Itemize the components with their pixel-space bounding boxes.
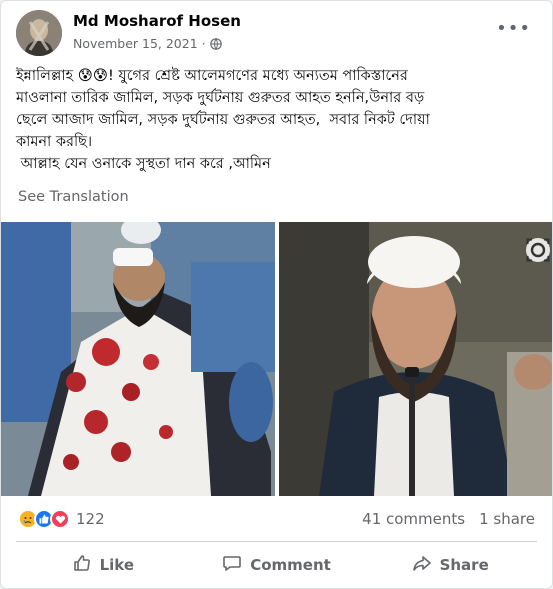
- post-text: ইন্নালিল্লাহ 😰😰! যুগের শ্রেষ্ট আলেমগণের …: [16, 65, 536, 175]
- facebook-post-card: Md Mosharof Hosen November 15, 2021 · ••…: [0, 0, 553, 589]
- actions-divider: [16, 541, 537, 542]
- post-text-line: মাওলানা তারিক জামিল, সড়ক দুর্ঘটনায় গুর…: [16, 90, 425, 106]
- post-stats: 41 comments 1 share: [362, 510, 535, 528]
- post-text-line: ছেলে আজাদ জামিল, সড়ক দুর্ঘটনায় গুরুতর …: [16, 112, 430, 128]
- comments-count[interactable]: 41 comments: [362, 510, 465, 528]
- post-meta: November 15, 2021 ·: [73, 36, 222, 51]
- post-header: Md Mosharof Hosen November 15, 2021 · ••…: [16, 10, 537, 56]
- post-text-line: ইন্নালিল্লাহ 😰😰! যুগের শ্রেষ্ট আলেমগণের …: [16, 68, 408, 84]
- reaction-count[interactable]: 122: [76, 510, 105, 528]
- share-icon: [412, 553, 432, 577]
- more-options-icon[interactable]: •••: [496, 20, 531, 38]
- author-name[interactable]: Md Mosharof Hosen: [73, 12, 241, 30]
- comment-icon: [222, 553, 242, 577]
- photo-grid: [1, 222, 552, 496]
- like-button[interactable]: Like: [16, 546, 190, 584]
- globe-icon: [209, 37, 222, 50]
- reactions-bar: 122 41 comments 1 share: [18, 503, 535, 535]
- reaction-summary[interactable]: 122: [18, 509, 105, 529]
- post-date[interactable]: November 15, 2021: [73, 36, 198, 51]
- post-text-line: আল্লাহ যেন ওনাকে সুস্থতা দান করে ,আমিন: [16, 156, 271, 172]
- post-actions: Like Comment Share: [16, 546, 537, 584]
- comment-button[interactable]: Comment: [190, 546, 364, 584]
- share-label: Share: [439, 556, 489, 574]
- photo-zoom-icon[interactable]: [526, 238, 550, 262]
- post-text-line: কামনা করছি।: [16, 134, 93, 150]
- author-avatar[interactable]: [16, 10, 62, 56]
- like-label: Like: [99, 556, 135, 574]
- meta-separator: ·: [201, 36, 206, 51]
- comment-label: Comment: [250, 556, 331, 574]
- shares-count[interactable]: 1 share: [479, 510, 535, 528]
- cleric-press-photo[interactable]: [279, 222, 552, 496]
- injured-man-photo[interactable]: [1, 222, 275, 496]
- love-reaction-icon: [50, 509, 70, 529]
- share-button[interactable]: Share: [363, 546, 537, 584]
- see-translation-link[interactable]: See Translation: [18, 189, 129, 205]
- thumbs-up-icon: [72, 553, 92, 577]
